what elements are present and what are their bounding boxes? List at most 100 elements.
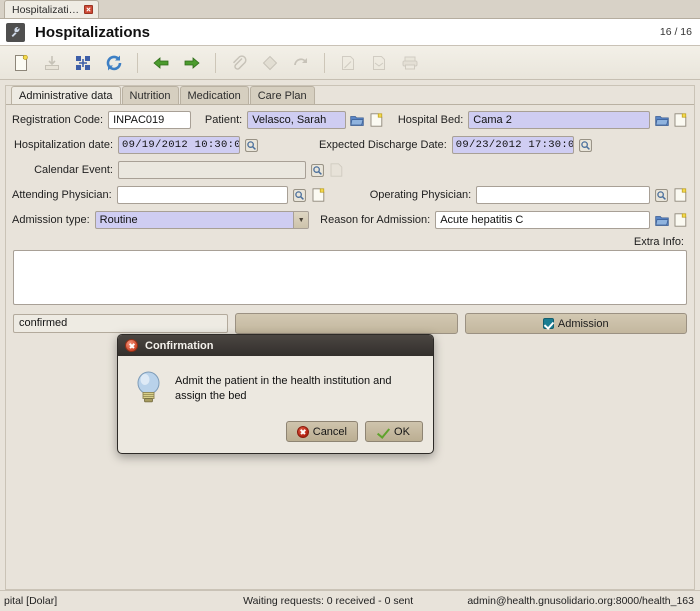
open-folder-icon[interactable] (654, 113, 669, 128)
form-tab-bar: Administrative data Nutrition Medication… (6, 86, 694, 105)
expected-discharge-date-input[interactable]: 09/23/2012 17:30:00 (451, 136, 574, 154)
tab-label: Administrative data (19, 89, 113, 102)
dialog-message: Admit the patient in the health institut… (175, 374, 392, 402)
search-icon[interactable] (292, 188, 307, 203)
arrow-right-icon[interactable] (181, 52, 203, 74)
calendar-event-input[interactable] (118, 161, 306, 179)
cancel-icon (296, 425, 309, 438)
registration-code-label: Registration Code: (12, 114, 104, 126)
extra-info-textarea[interactable] (13, 250, 687, 305)
attending-physician-label: Attending Physician: (12, 189, 112, 201)
form-row: Hospitalization date: 09/19/2012 10:30:0… (12, 136, 688, 154)
arrow-left-icon[interactable] (150, 52, 172, 74)
form-row: Attending Physician: Operating Physician… (12, 186, 688, 204)
undo-arrow-icon (290, 52, 312, 74)
form-body: Administrative data Nutrition Medication… (0, 80, 700, 590)
chevron-down-icon[interactable]: ▼ (293, 212, 309, 228)
reason-for-admission-input[interactable]: Acute hepatitis C (435, 211, 650, 229)
email-icon (368, 52, 390, 74)
reason-for-admission-label: Reason for Admission: (320, 214, 431, 226)
status-connection: admin@health.gnusolidario.org:8000/healt… (467, 595, 694, 607)
status-institution: pital [Dolar] (4, 595, 58, 607)
paperclip-icon (228, 52, 250, 74)
calendar-picker-icon[interactable] (578, 138, 593, 153)
state-field: confirmed (13, 314, 228, 333)
attending-physician-input[interactable] (116, 186, 288, 204)
title-bar: Hospitalizations 16 / 16 (0, 19, 700, 46)
hospital-bed-input[interactable]: Cama 2 (468, 111, 650, 129)
close-icon[interactable] (125, 339, 138, 352)
patient-input[interactable]: Velasco, Sarah (247, 111, 346, 129)
hospitalization-date-input[interactable]: 09/19/2012 10:30:00 (118, 136, 240, 154)
window-tab-hospitalizations[interactable]: Hospitalizati… (4, 0, 100, 18)
page-title: Hospitalizations (35, 23, 151, 41)
close-icon[interactable] (84, 5, 94, 14)
new-record-note-icon[interactable] (673, 188, 688, 203)
window-tab-label: Hospitalizati… (12, 3, 80, 16)
toolbar-separator (137, 52, 138, 73)
checkbox-checked-icon (542, 318, 554, 329)
hospitalization-date-label: Hospitalization date: (13, 139, 113, 151)
ok-button-label: OK (394, 425, 410, 438)
toolbar-separator (215, 52, 216, 73)
new-record-note-icon[interactable] (673, 113, 688, 128)
check-icon (378, 426, 390, 438)
tab-nutrition[interactable]: Nutrition (121, 86, 179, 104)
open-folder-icon[interactable] (654, 213, 669, 228)
tab-label: Nutrition (129, 89, 171, 102)
tab-label: Medication (187, 89, 241, 102)
fullscreen-icon[interactable] (72, 52, 94, 74)
dialog-button-bar: Cancel OK (118, 417, 433, 453)
diamond-icon (259, 52, 281, 74)
calendar-picker-icon[interactable] (244, 138, 259, 153)
operating-physician-label: Operating Physician: (369, 189, 472, 201)
confirmation-dialog: Confirmation Admit the patient in the he… (117, 334, 434, 454)
open-folder-icon[interactable] (350, 113, 365, 128)
admission-type-select[interactable]: Routine ▼ (94, 211, 310, 229)
operating-physician-input[interactable] (476, 186, 650, 204)
dialog-body: Admit the patient in the health institut… (118, 356, 433, 417)
registration-code-input[interactable]: INPAC019 (108, 111, 191, 129)
form-row: Calendar Event: (12, 161, 688, 179)
dialog-title-bar: Confirmation (118, 335, 433, 356)
administrative-data-panel: Registration Code: INPAC019 Patient: Vel… (6, 105, 694, 334)
status-requests: Waiting requests: 0 received - 0 sent (243, 595, 414, 607)
new-document-icon[interactable] (10, 52, 32, 74)
hospital-bed-label: Hospital Bed: (397, 114, 464, 126)
new-record-note-icon[interactable] (311, 188, 326, 203)
calendar-event-label: Calendar Event: (34, 164, 113, 176)
form-action-bar: confirmed Admission (12, 313, 688, 334)
print-icon (399, 52, 421, 74)
refresh-icon[interactable] (103, 52, 125, 74)
tab-medication[interactable]: Medication (179, 86, 249, 104)
status-bar: pital [Dolar] Waiting requests: 0 receiv… (0, 590, 700, 611)
ok-button[interactable]: OK (365, 421, 423, 442)
dialog-title: Confirmation (145, 339, 214, 352)
record-counter: 16 / 16 (659, 26, 692, 38)
tab-label: Care Plan (257, 89, 307, 102)
new-record-note-icon (329, 163, 344, 178)
expected-discharge-date-label: Expected Discharge Date: (319, 139, 447, 151)
admission-type-label: Admission type: (12, 214, 90, 226)
form-row: Registration Code: INPAC019 Patient: Vel… (12, 111, 688, 129)
cancel-button[interactable]: Cancel (285, 421, 358, 442)
search-icon[interactable] (654, 188, 669, 203)
window-tab-strip: Hospitalizati… (0, 0, 700, 19)
admission-button-label: Admission (557, 317, 609, 330)
tab-care-plan[interactable]: Care Plan (249, 86, 315, 104)
cancel-button-label: Cancel (312, 425, 347, 438)
discharge-button[interactable] (235, 313, 458, 334)
report-icon (337, 52, 359, 74)
wrench-icon (6, 22, 25, 42)
tab-administrative-data[interactable]: Administrative data (11, 86, 121, 104)
toolbar-separator (324, 52, 325, 73)
lightbulb-icon (134, 370, 163, 407)
save-icon (41, 52, 63, 74)
new-record-note-icon[interactable] (369, 113, 384, 128)
toolbar (0, 46, 700, 80)
extra-info-label: Extra Info: (633, 236, 684, 248)
form-row: Admission type: Routine ▼ Reason for Adm… (12, 211, 688, 229)
admission-button[interactable]: Admission (464, 313, 687, 334)
search-icon[interactable] (310, 163, 325, 178)
new-record-note-icon[interactable] (673, 213, 688, 228)
